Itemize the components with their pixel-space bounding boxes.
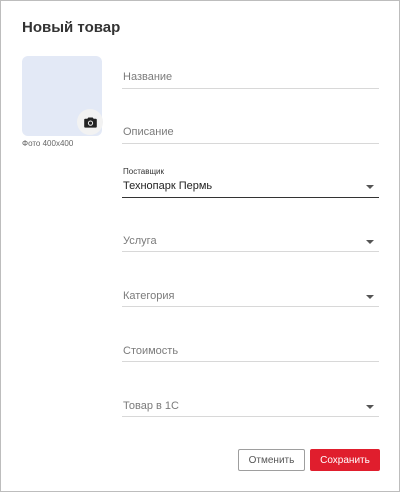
chevron-down-icon: [366, 405, 374, 409]
name-placeholder: Название: [123, 71, 173, 83]
category-select[interactable]: Категория: [122, 286, 379, 307]
camera-button[interactable]: [77, 109, 103, 135]
dialog-title: Новый товар: [22, 19, 121, 36]
description-placeholder: Описание: [123, 126, 174, 138]
service-select[interactable]: Услуга: [122, 231, 379, 252]
chevron-down-icon: [366, 185, 374, 189]
camera-icon: [83, 117, 97, 128]
cancel-button[interactable]: Отменить: [238, 449, 305, 471]
price-placeholder: Стоимость: [123, 345, 179, 357]
supplier-select[interactable]: Поставщик Технопарк Пермь: [122, 167, 379, 198]
photo-caption: Фото 400x400: [22, 139, 74, 148]
photo-upload-area[interactable]: [22, 56, 103, 136]
price-field[interactable]: Стоимость: [122, 341, 379, 362]
supplier-label: Поставщик: [123, 167, 165, 176]
service-placeholder: Услуга: [123, 235, 157, 247]
chevron-down-icon: [366, 240, 374, 244]
save-button[interactable]: Сохранить: [310, 449, 380, 471]
new-product-dialog: Новый товар Фото 400x400 Название Описан…: [0, 0, 400, 492]
description-field[interactable]: Описание: [122, 122, 379, 144]
category-placeholder: Категория: [123, 290, 175, 302]
chevron-down-icon: [366, 295, 374, 299]
product-1c-select[interactable]: Товар в 1С: [122, 396, 379, 417]
name-field[interactable]: Название: [122, 67, 379, 89]
supplier-value: Технопарк Пермь: [123, 180, 213, 192]
product-1c-placeholder: Товар в 1С: [123, 400, 179, 412]
